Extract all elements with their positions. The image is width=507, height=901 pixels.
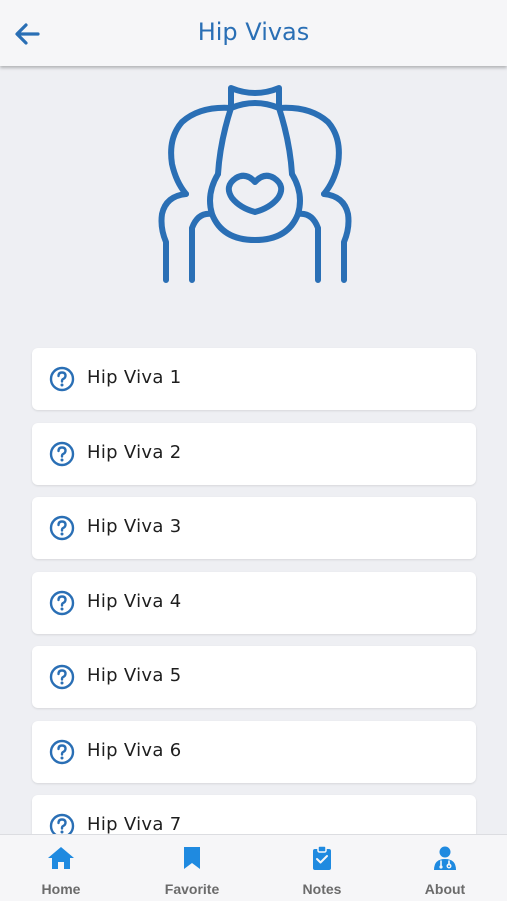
list-item-label: Hip Viva 2 (87, 441, 182, 463)
nav-home[interactable]: Home (6, 835, 116, 901)
viva-list: Hip Viva 1 Hip Viva 2 Hip Viva 3 Hip Viv… (32, 348, 476, 870)
bottom-navigation: Home Favorite Notes About (0, 834, 507, 901)
list-item-label: Hip Viva 7 (87, 814, 182, 835)
list-item-label: Hip Viva 1 (87, 367, 182, 388)
help-circle-icon (49, 590, 75, 615)
page-title: Hip Vivas (197, 18, 310, 46)
nav-notes-label: Notes (302, 881, 342, 897)
pelvis-illustration-icon (158, 85, 352, 283)
list-item[interactable]: Hip Viva 6 (32, 720, 476, 783)
list-item[interactable]: Hip Viva 1 (32, 348, 476, 410)
list-item-label: Hip Viva 4 (87, 590, 182, 612)
nav-home-label: Home (41, 881, 81, 897)
nav-about[interactable]: About (390, 835, 500, 901)
help-circle-icon (49, 366, 75, 392)
help-circle-icon (49, 515, 75, 541)
app-header: Hip Vivas (0, 0, 507, 66)
list-item-label: Hip Viva 3 (87, 516, 182, 537)
doctor-icon (434, 846, 456, 870)
help-circle-icon (49, 664, 75, 690)
list-item-label: Hip Viva 5 (87, 665, 182, 686)
bookmark-icon (184, 847, 200, 869)
help-circle-icon (49, 441, 75, 466)
nav-about-label: About (424, 881, 466, 897)
help-circle-icon (49, 739, 75, 764)
nav-notes[interactable]: Notes (267, 835, 377, 901)
nav-favorite[interactable]: Favorite (137, 835, 247, 901)
list-item-label: Hip Viva 6 (87, 739, 182, 761)
list-item[interactable]: Hip Viva 2 (32, 422, 476, 485)
home-icon (48, 847, 74, 869)
clipboard-icon (313, 845, 331, 870)
nav-favorite-label: Favorite (164, 881, 220, 897)
list-item[interactable]: Hip Viva 4 (32, 571, 476, 634)
list-item[interactable]: Hip Viva 3 (32, 497, 476, 559)
list-item[interactable]: Hip Viva 5 (32, 646, 476, 708)
